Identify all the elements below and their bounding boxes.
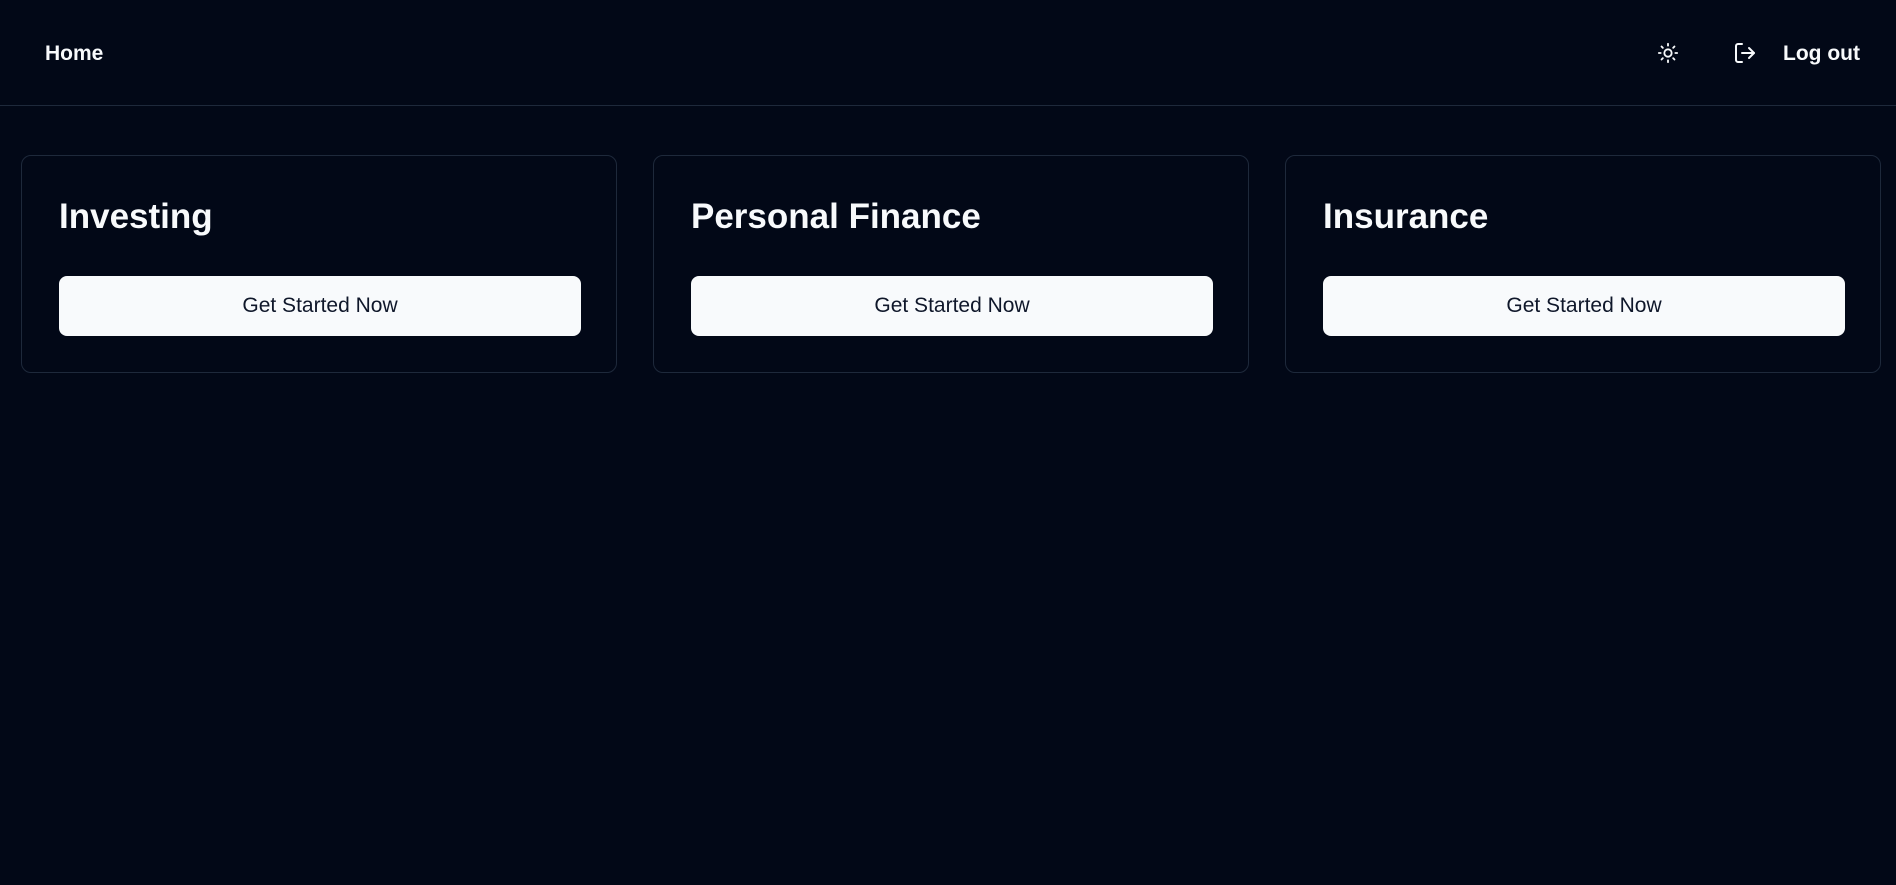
- card-title: Investing: [59, 197, 213, 236]
- theme-toggle-button[interactable]: [1652, 37, 1684, 69]
- log-out-icon-wrapper: [1732, 40, 1758, 66]
- log-out-label: Log out: [1783, 41, 1860, 65]
- log-out-icon: [1735, 43, 1755, 63]
- get-started-button[interactable]: Get Started Now: [1323, 276, 1845, 336]
- card-title: Personal Finance: [691, 197, 981, 236]
- get-started-button[interactable]: Get Started Now: [59, 276, 581, 336]
- card-personal-finance: Personal Finance Get Started Now: [653, 155, 1249, 373]
- category-cards: Investing Get Started Now Personal Finan…: [21, 155, 1881, 373]
- card-investing: Investing Get Started Now: [21, 155, 617, 373]
- home-link[interactable]: Home: [45, 40, 103, 67]
- log-out-button[interactable]: Log out: [1732, 37, 1860, 69]
- card-insurance: Insurance Get Started Now: [1285, 155, 1881, 373]
- top-nav: Home Log out: [0, 0, 1896, 106]
- sun-icon: [1657, 42, 1679, 64]
- card-title: Insurance: [1323, 197, 1489, 236]
- get-started-button[interactable]: Get Started Now: [691, 276, 1213, 336]
